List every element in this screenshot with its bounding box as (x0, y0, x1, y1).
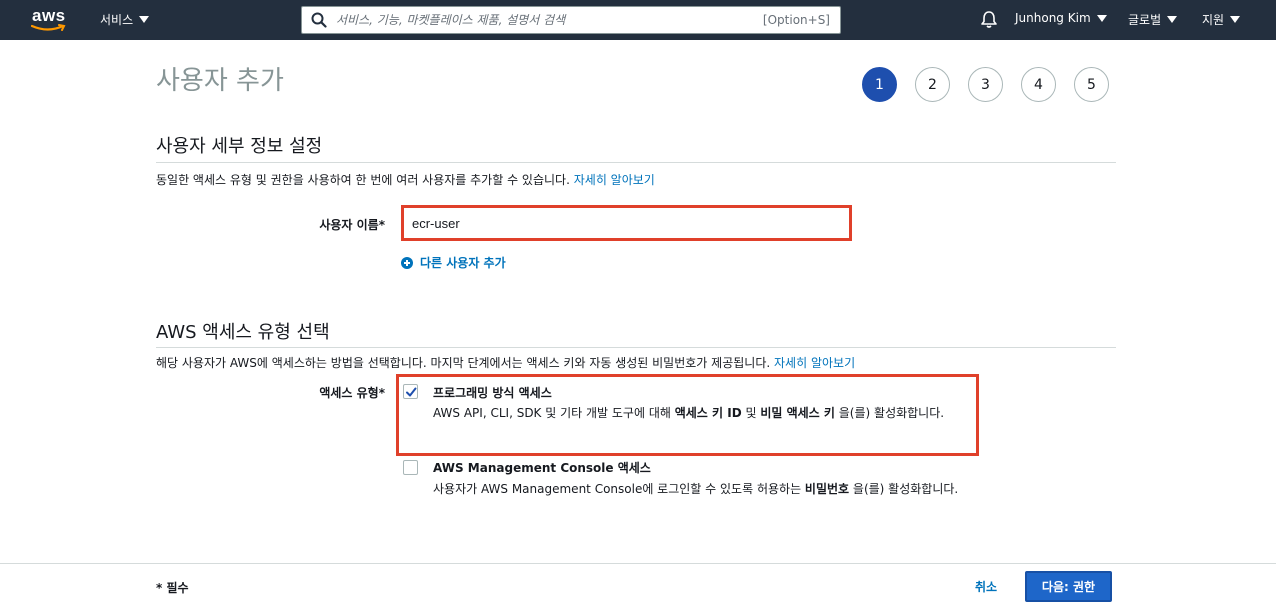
page-title: 사용자 추가 (156, 66, 284, 96)
console-access-description: 사용자가 AWS Management Console에 로그인할 수 있도록 … (433, 478, 978, 500)
services-menu-label: 서비스 (100, 13, 134, 27)
section-divider (156, 347, 1116, 348)
learn-more-link[interactable]: 자세히 알아보기 (574, 173, 655, 187)
account-menu[interactable]: Junhong Kim (1015, 11, 1107, 25)
user-details-heading: 사용자 세부 정보 설정 (156, 136, 323, 157)
aws-smile-icon (31, 24, 66, 31)
caret-down-icon (1096, 14, 1107, 22)
step-4[interactable]: 4 (1021, 67, 1056, 102)
footer-divider (0, 563, 1276, 564)
global-search[interactable]: [Option+S] (301, 6, 841, 34)
access-type-label: 액세스 유형* (319, 386, 385, 400)
option-description-text: 을(를) 활성화합니다. (849, 482, 959, 496)
add-another-user-label: 다른 사용자 추가 (420, 256, 506, 270)
programmatic-access-title: 프로그래밍 방식 액세스 (433, 386, 552, 400)
notifications-bell-icon[interactable] (980, 10, 998, 29)
region-menu[interactable]: 글로벌 (1128, 11, 1178, 28)
account-user-name: Junhong Kim (1015, 11, 1091, 25)
aws-logo[interactable]: aws (30, 6, 70, 32)
add-another-user-button[interactable]: 다른 사용자 추가 (401, 254, 506, 271)
option-description-bold: 비밀번호 (804, 482, 850, 496)
services-menu[interactable]: 서비스 (100, 11, 150, 28)
option-description-text: AWS API, CLI, SDK 및 기타 개발 도구에 대해 (433, 406, 675, 420)
step-5[interactable]: 5 (1074, 67, 1109, 102)
next-permissions-button[interactable]: 다음: 권한 (1025, 571, 1112, 602)
console-access-checkbox[interactable] (403, 460, 418, 475)
username-label: 사용자 이름* (319, 218, 385, 232)
step-3[interactable]: 3 (968, 67, 1003, 102)
caret-down-icon (1167, 16, 1178, 23)
step-2[interactable]: 2 (915, 67, 950, 102)
access-type-description-text: 해당 사용자가 AWS에 액세스하는 방법을 선택합니다. 마지막 단계에서는 … (156, 356, 771, 370)
required-note: * 필수 (156, 581, 189, 595)
caret-down-icon (139, 16, 150, 23)
access-type-heading: AWS 액세스 유형 선택 (156, 322, 330, 343)
checkmark-icon (406, 387, 417, 397)
step-1[interactable]: 1 (862, 67, 897, 102)
search-icon (311, 12, 327, 28)
programmatic-access-checkbox[interactable] (403, 384, 418, 399)
plus-circle-icon (401, 256, 413, 269)
learn-more-link[interactable]: 자세히 알아보기 (774, 356, 855, 370)
caret-down-icon (1230, 16, 1241, 23)
search-input[interactable] (336, 10, 736, 30)
wizard-steps: 1 2 3 4 5 (862, 67, 1109, 102)
option-description-bold: 비밀 액세스 키 (760, 406, 835, 420)
console-access-title: AWS Management Console 액세스 (433, 461, 651, 475)
option-description-text: 및 (741, 406, 761, 420)
option-description-text: 을(를) 활성화합니다. (834, 406, 945, 420)
top-navigation-bar: aws 서비스 [Option+S] Junhong Kim 글로벌 지원 (0, 0, 1276, 40)
option-description-text: 사용자가 AWS Management Console에 로그인할 수 있도록 … (433, 482, 805, 496)
user-details-description: 동일한 액세스 유형 및 권한을 사용하여 한 번에 여러 사용자를 추가할 수… (156, 171, 655, 188)
user-details-description-text: 동일한 액세스 유형 및 권한을 사용하여 한 번에 여러 사용자를 추가할 수… (156, 173, 570, 187)
access-type-description: 해당 사용자가 AWS에 액세스하는 방법을 선택합니다. 마지막 단계에서는 … (156, 354, 855, 371)
username-field[interactable] (406, 210, 848, 237)
option-description-bold: 액세스 키 ID (674, 406, 742, 420)
cancel-button[interactable]: 취소 (975, 578, 997, 595)
search-shortcut-hint: [Option+S] (762, 13, 830, 27)
region-label: 글로벌 (1128, 13, 1162, 27)
support-label: 지원 (1202, 13, 1225, 27)
programmatic-access-description: AWS API, CLI, SDK 및 기타 개발 도구에 대해 액세스 키 I… (433, 402, 978, 424)
aws-logo-text: aws (32, 6, 66, 25)
section-divider (156, 162, 1116, 163)
support-menu[interactable]: 지원 (1202, 11, 1241, 28)
